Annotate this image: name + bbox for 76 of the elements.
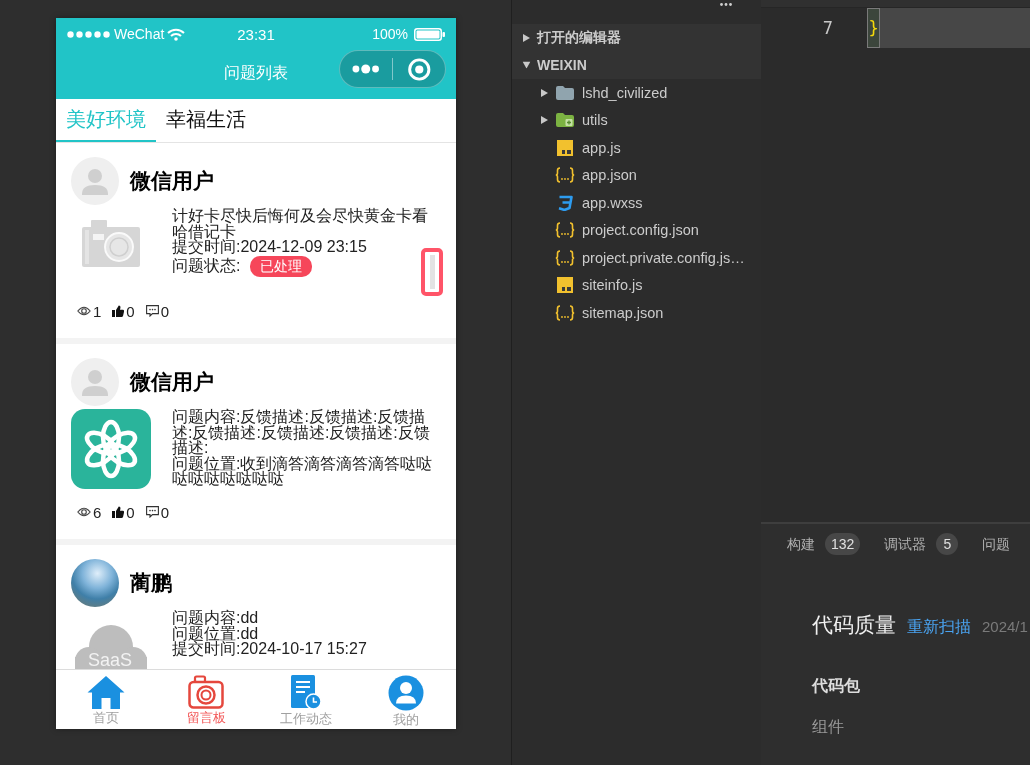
like-count: 0 [126,302,135,320]
css-file-icon [557,194,573,211]
count-badge: 132 [825,533,861,555]
tab-bar-item[interactable]: 留言板 [156,670,256,729]
section-title: 代码质量 [812,612,896,638]
braces-icon [555,167,575,184]
status-badge: 已处理 [250,255,313,277]
braces-icon [555,222,575,239]
carrier-name: WeChat [114,26,165,42]
status-label: 问题状态: [172,258,241,275]
post-detail: 问题位置:收到滴答滴答滴答滴答哒哒哒哒哒哒哒哒哒 [172,455,434,487]
panel-tab[interactable]: 构建 [787,533,815,555]
scan-date: 2024/1 [982,618,1028,635]
post-detail: 问题位置:dd [172,625,260,642]
avatar-icon [71,358,119,406]
signal-icon [67,30,111,38]
thumbs-up-icon [112,305,125,317]
script-file-icon [557,277,573,294]
script-file-icon [557,139,573,156]
avatar-icon [71,157,119,205]
post-detail: 提交时间:2024-10-17 15:27 [172,641,368,657]
camera-icon [188,675,224,709]
folder-icon [556,85,574,100]
folder-plus-icon [556,113,574,128]
file-tree-item[interactable]: app.js [512,134,761,162]
wifi-icon [167,27,186,41]
user-name: 微信用户 [130,369,214,395]
post-detail: 问题内容:反馈描述:反馈描述:反馈描述:反馈描述:反馈描述:反馈描述:反馈描述: [172,409,430,456]
target-icon[interactable] [408,57,431,81]
comment-icon [145,506,159,518]
camera-placeholder-icon [82,218,140,270]
braces-icon [555,249,575,266]
eye-icon [77,306,91,316]
user-icon [388,675,424,711]
file-tree-item[interactable]: app.wxss [512,189,761,217]
file-tree-item[interactable]: sitemap.json [512,299,761,327]
comment-count: 0 [160,503,170,521]
view-count: 6 [93,503,102,521]
file-tree-item[interactable]: siteinfo.js [512,271,761,299]
avatar-photo [71,559,119,607]
post-detail: 问题内容:dd [172,610,260,626]
user-name: 蔺鹏 [130,570,172,596]
view-count: 1 [93,302,102,320]
code-text: } [867,8,880,48]
eye-icon [77,507,91,517]
line-number: 7 [821,17,833,40]
comment-icon [145,305,159,317]
panel-tab[interactable]: 问题 [982,533,1011,555]
page-title: 问题列表 [224,63,288,83]
thumbs-up-icon [112,506,125,518]
braces-icon [555,304,575,321]
clock-time: 23:31 [237,25,275,43]
home-icon [87,675,125,709]
section-header[interactable]: 打开的编辑器 [512,24,761,52]
group-heading: 代码包 [812,676,861,696]
list-item[interactable]: 组件 [812,717,1030,737]
file-tree-item[interactable]: project.config.json [512,216,761,244]
flower-logo-icon [71,409,151,489]
file-tree-item[interactable]: lshd_civilized [512,79,761,107]
rescan-link[interactable]: 重新扫描 [907,617,971,638]
category-tab[interactable]: 幸福生活 [156,99,256,142]
comment-count: 0 [160,302,170,320]
count-badge: 5 [936,533,959,555]
document-clock-icon [290,675,322,710]
section-header[interactable]: WEIXIN [512,51,761,79]
post-detail: 提交时间:2024-12-09 23:15 [172,239,368,255]
file-tree-item[interactable]: utils [512,106,761,134]
battery-percent: 100% [372,26,408,42]
file-tree-item[interactable]: project.private.config.js… [512,244,761,272]
post-detail: 计好卡尽快后悔何及会尽快黄金卡看哈借记卡 [172,208,429,240]
battery-icon [414,27,445,41]
more-icon[interactable] [720,3,732,6]
panel-tab[interactable]: 调试器 [884,533,927,555]
file-tree-item[interactable]: app.json [512,161,761,189]
user-name: 微信用户 [130,168,214,194]
like-count: 0 [126,503,135,521]
